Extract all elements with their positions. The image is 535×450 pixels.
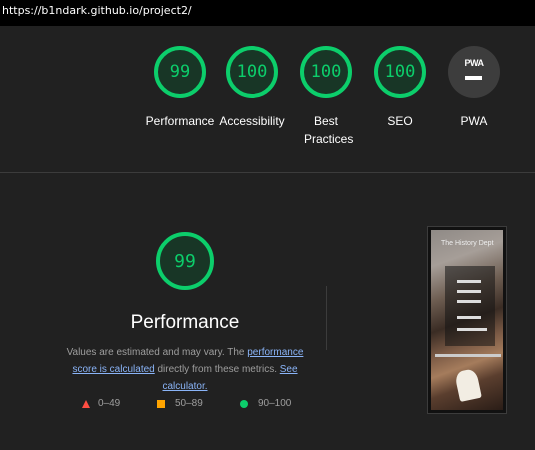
screenshot-field [457,328,487,331]
legend-pass: 90–100 [240,398,291,409]
score-ring: 100 [300,46,352,98]
gauge-label: Accessibility [219,114,285,128]
legend-average: 50–89 [157,398,203,409]
screenshot-form [445,266,495,346]
score-ring: 99 [154,46,206,98]
performance-note: Values are estimated and may vary. The p… [55,344,315,395]
performance-score-gauge: 99 [156,232,214,290]
pwa-badge-icon: PWA [448,46,500,98]
gauge-label: PWA [460,114,488,128]
screenshot-field [457,280,481,283]
gauge-label: SEO [387,114,413,128]
gauge-label: Best Practices [304,114,354,146]
legend-average-label: 50–89 [175,398,203,409]
pwa-dash-icon [465,76,482,80]
vertical-divider [326,286,327,350]
triangle-icon [82,399,90,408]
score-value: 100 [310,62,342,82]
performance-title: Performance [130,312,240,333]
screenshot-field [457,300,481,303]
url-bar[interactable]: https://b1ndark.github.io/project2/ [0,0,535,26]
score-value: 100 [236,62,268,82]
screenshot-bar [435,354,501,357]
screenshot-field [457,316,481,319]
section-divider [0,172,535,173]
gauge-performance[interactable]: 99 Performance [140,46,220,130]
square-icon [157,399,165,408]
score-value: 100 [384,62,416,82]
screenshot-image: The History Dept [431,230,503,410]
screenshot-field [457,290,481,293]
gauge-label: Performance [145,114,215,128]
performance-score-value: 99 [174,250,196,272]
score-ring: 100 [226,46,278,98]
page-screenshot-thumbnail[interactable]: The History Dept [427,226,507,414]
gauge-pwa[interactable]: PWA PWA [434,46,514,130]
legend-fail: 0–49 [82,398,120,409]
legend-fail-label: 0–49 [98,398,121,409]
note-text-1: Values are estimated and may vary. The [66,347,248,358]
score-value: 99 [169,62,191,82]
gauge-seo[interactable]: 100 SEO [360,46,440,130]
screenshot-arch [454,368,482,402]
score-ring: 100 [374,46,426,98]
legend-pass-label: 90–100 [258,398,292,409]
circle-icon [240,399,248,408]
note-text-2: directly from these metrics. [154,364,280,375]
screenshot-title: The History Dept [441,240,494,247]
pwa-badge-text: PWA [464,58,484,68]
gauge-accessibility[interactable]: 100 Accessibility [212,46,292,130]
gauge-best-practices[interactable]: 100 Best Practices [286,46,366,148]
